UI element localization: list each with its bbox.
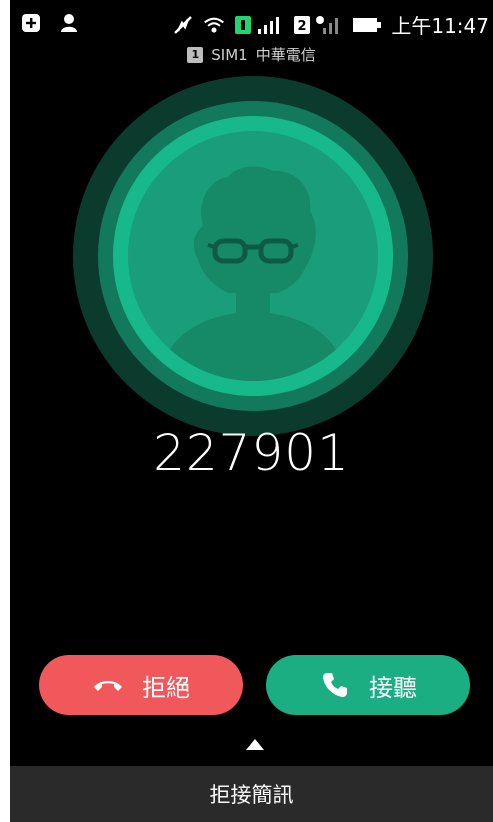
- reject-with-message-label: 拒接簡訊: [209, 783, 294, 807]
- battery-icon: [352, 14, 382, 36]
- carrier-name: 中華電信: [255, 46, 316, 64]
- status-bar: 2 上午11:47 1 SIM1 中華電信: [10, 0, 493, 64]
- answer-button[interactable]: 接聽: [266, 655, 470, 715]
- avatar: [128, 131, 378, 381]
- add-box-icon: [20, 12, 42, 34]
- decline-button[interactable]: 拒絕: [39, 655, 243, 715]
- sim-name: SIM1: [211, 45, 248, 64]
- sim2-signal-icon: 2: [293, 14, 343, 36]
- decline-label: 拒絕: [142, 673, 190, 702]
- svg-text:2: 2: [298, 19, 307, 34]
- sim1-signal-icon: [234, 14, 284, 36]
- sim-carrier-info: 1 SIM1 中華電信: [10, 44, 493, 65]
- caller-number: 227901: [153, 424, 350, 482]
- person-icon: [58, 12, 80, 34]
- incoming-call-screen: 2 上午11:47 1 SIM1 中華電信 227901 拒絕 接聽 拒接簡訊: [10, 0, 493, 822]
- reject-with-message-button[interactable]: 拒接簡訊: [10, 766, 493, 822]
- mute-icon: [172, 14, 194, 36]
- hang-up-icon: [92, 669, 124, 701]
- answer-label: 接聽: [369, 673, 417, 702]
- up-arrow-icon[interactable]: [246, 739, 264, 750]
- wifi-icon: [203, 14, 225, 36]
- default-contact-icon: [158, 166, 348, 381]
- phone-icon: [319, 669, 351, 701]
- status-time: 上午11:47: [391, 14, 489, 38]
- sim-badge: 1: [187, 46, 204, 63]
